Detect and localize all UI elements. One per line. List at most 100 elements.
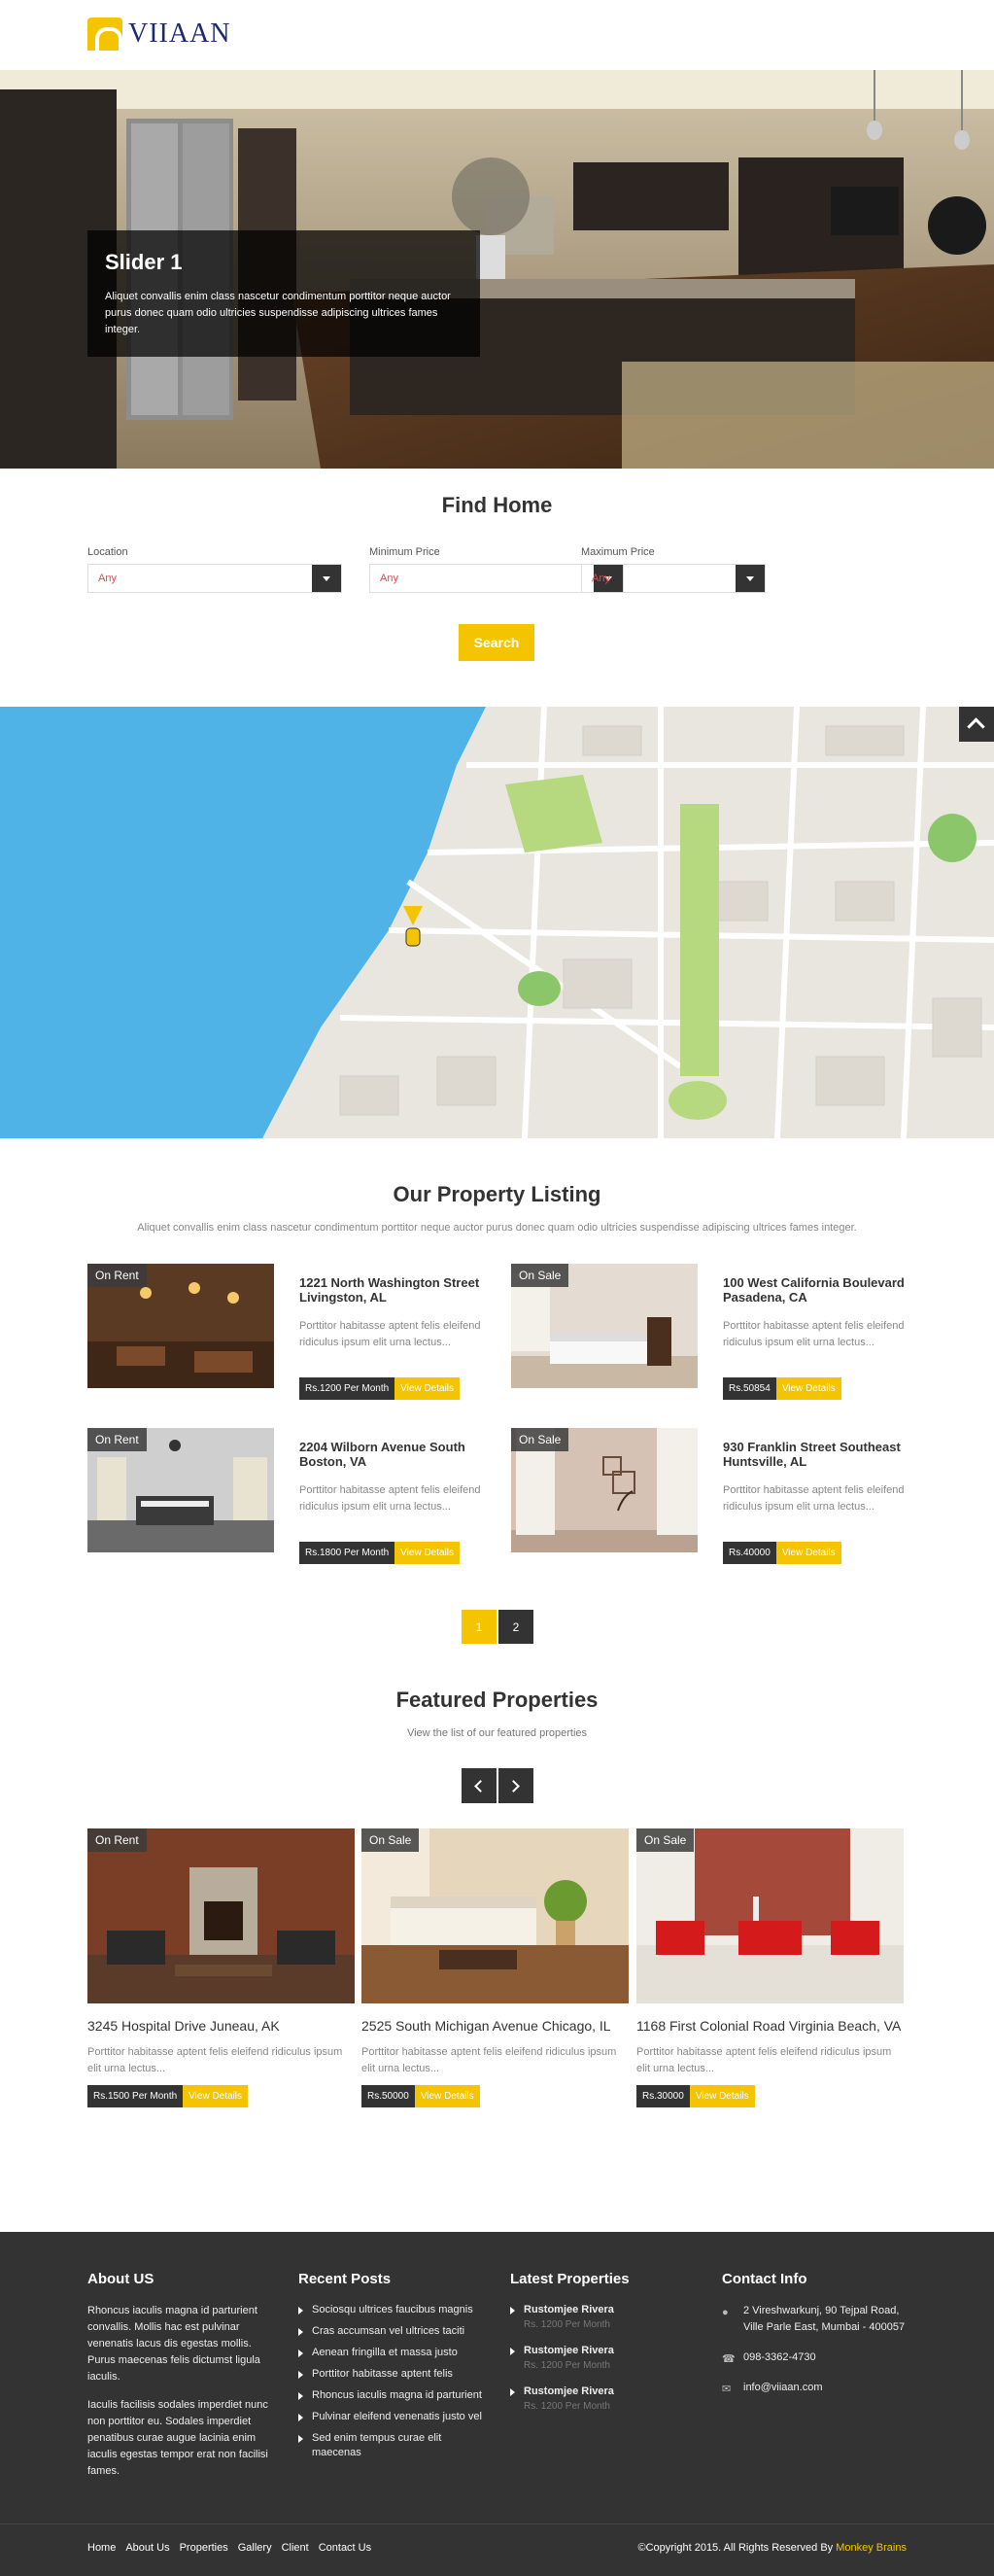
page-2-button[interactable]: 2 bbox=[498, 1610, 533, 1645]
view-details-button[interactable]: View Details bbox=[775, 1542, 841, 1564]
footer-link-client[interactable]: Client bbox=[282, 2542, 309, 2554]
property-image[interactable]: On Sale bbox=[511, 1264, 698, 1388]
featured-title-text[interactable]: 3245 Hospital Drive Juneau, AK bbox=[87, 2017, 355, 2035]
min-price-value: Any bbox=[380, 573, 398, 584]
listing-subtitle: Aliquet convallis enim class nascetur co… bbox=[137, 1222, 857, 1234]
contact-address: ● 2 Vireshwarkunj, 90 Tejpal Road, Ville … bbox=[722, 2303, 916, 2336]
property-title[interactable]: 100 West California Boulevard Pasadena, … bbox=[723, 1275, 917, 1305]
max-price-label: Maximum Price bbox=[581, 546, 655, 558]
price-row: Rs.40000 View Details bbox=[723, 1542, 841, 1564]
property-title[interactable]: 1221 North Washington Street Livingston,… bbox=[299, 1275, 494, 1305]
view-details-button[interactable]: View Details bbox=[775, 1377, 841, 1400]
price-row: Rs.50854 View Details bbox=[723, 1377, 841, 1400]
page-1-button[interactable]: 1 bbox=[462, 1610, 497, 1645]
property-image[interactable]: On Rent bbox=[87, 1428, 274, 1552]
featured-image[interactable]: On Sale bbox=[361, 1828, 629, 2003]
chevron-down-icon[interactable] bbox=[736, 565, 765, 592]
status-badge: On Sale bbox=[511, 1428, 569, 1451]
prev-button[interactable] bbox=[462, 1768, 497, 1803]
property-description: Porttitor habitasse aptent felis eleifen… bbox=[299, 1484, 481, 1513]
status-badge: On Sale bbox=[361, 1828, 420, 1852]
property-card: On Rent 1221 North Washington Street Liv… bbox=[87, 1264, 496, 1410]
featured-card: On Sale 1168 First Colonial Road Virgini… bbox=[636, 1828, 904, 2107]
status-badge: On Rent bbox=[87, 1828, 147, 1852]
slide-text: Aliquet convallis enim class nascetur co… bbox=[105, 291, 451, 335]
view-details-button[interactable]: View Details bbox=[689, 2085, 755, 2107]
lounge-photo bbox=[361, 1828, 629, 2003]
location-field: Location Any bbox=[87, 546, 342, 593]
status-badge: On Rent bbox=[87, 1264, 147, 1287]
latest-property-item[interactable]: Rustomjee Rivera Rs. 1200 Per Month bbox=[510, 2303, 685, 2332]
featured-card: On Sale 2525 South Michigan Avenue Chica… bbox=[361, 1828, 629, 2107]
view-details-button[interactable]: View Details bbox=[414, 2085, 480, 2107]
property-description: Porttitor habitasse aptent felis eleifen… bbox=[723, 1484, 905, 1513]
latest-property-item[interactable]: Rustomjee Rivera Rs. 1200 Per Month bbox=[510, 2344, 685, 2373]
view-details-button[interactable]: View Details bbox=[394, 1542, 461, 1564]
property-card: On Sale 100 West California Boulevard Pa… bbox=[511, 1264, 919, 1410]
listing-title: Our Property Listing bbox=[393, 1182, 601, 1206]
next-button[interactable] bbox=[498, 1768, 533, 1803]
post-link[interactable]: Porttitor habitasse aptent felis bbox=[298, 2367, 493, 2382]
chevron-down-icon[interactable] bbox=[312, 565, 341, 592]
site-logo[interactable]: VIIAAN bbox=[87, 17, 231, 51]
map-view[interactable] bbox=[0, 707, 994, 1138]
price-tag: Rs.40000 bbox=[723, 1542, 776, 1564]
logo-text: VIIAAN bbox=[128, 18, 231, 49]
latest-property-item[interactable]: Rustomjee Rivera Rs. 1200 Per Month bbox=[510, 2385, 685, 2414]
scroll-top-button[interactable] bbox=[959, 707, 994, 742]
location-select[interactable]: Any bbox=[87, 564, 342, 593]
copyright-text: ©Copyright 2015. All Rights Reserved By bbox=[637, 2542, 834, 2554]
post-link[interactable]: Cras accumsan vel ultrices taciti bbox=[298, 2324, 493, 2339]
red-chairs-photo bbox=[636, 1828, 904, 2003]
price-row: Rs.30000 View Details bbox=[636, 2085, 904, 2107]
search-button[interactable]: Search bbox=[459, 624, 534, 661]
max-price-select[interactable]: Any bbox=[581, 564, 766, 593]
find-home-section: Find Home Location Any Minimum Price Any… bbox=[0, 469, 994, 707]
copyright: ©Copyright 2015. All Rights Reserved By … bbox=[637, 2542, 907, 2554]
hero-slider[interactable]: Slider 1 Aliquet convallis enim class na… bbox=[0, 70, 994, 469]
featured-description: Porttitor habitasse aptent felis eleifen… bbox=[87, 2046, 343, 2074]
featured-title-text[interactable]: 2525 South Michigan Avenue Chicago, IL bbox=[361, 2017, 629, 2035]
post-link[interactable]: Aenean fringilla et massa justo bbox=[298, 2346, 493, 2360]
property-title[interactable]: 2204 Wilborn Avenue South Boston, VA bbox=[299, 1440, 494, 1469]
footer-link-about[interactable]: About Us bbox=[125, 2542, 169, 2554]
mail-icon: ✉ bbox=[722, 2384, 732, 2395]
featured-image[interactable]: On Sale bbox=[636, 1828, 904, 2003]
property-card: On Sale 930 Franklin Street Southeast Hu… bbox=[511, 1428, 919, 1574]
phone-icon: ☎ bbox=[722, 2353, 736, 2365]
brand-link[interactable]: Monkey Brains bbox=[836, 2542, 907, 2554]
map-canvas[interactable] bbox=[0, 707, 994, 1138]
footer-link-properties[interactable]: Properties bbox=[180, 2542, 228, 2554]
footer-link-contact[interactable]: Contact Us bbox=[319, 2542, 371, 2554]
view-details-button[interactable]: View Details bbox=[394, 1377, 461, 1400]
footer-link-gallery[interactable]: Gallery bbox=[238, 2542, 272, 2554]
post-link[interactable]: Pulvinar eleifend venenatis justo vel bbox=[298, 2410, 493, 2424]
logo-icon bbox=[87, 17, 122, 51]
price-row: Rs.1500 Per Month View Details bbox=[87, 2085, 355, 2107]
price-tag: Rs.1200 Per Month bbox=[299, 1377, 395, 1400]
status-badge: On Sale bbox=[636, 1828, 695, 1852]
price-row: Rs.50000 View Details bbox=[361, 2085, 629, 2107]
featured-title-text[interactable]: 1168 First Colonial Road Virginia Beach,… bbox=[636, 2017, 904, 2035]
site-header: VIIAAN bbox=[0, 0, 994, 70]
contact-heading: Contact Info bbox=[722, 2271, 807, 2287]
footer-nav: Home About Us Properties Gallery Client … bbox=[87, 2542, 371, 2554]
post-link[interactable]: Sed enim tempus curae elit maecenas bbox=[298, 2431, 493, 2460]
property-image[interactable]: On Sale bbox=[511, 1428, 698, 1552]
post-link[interactable]: Sociosqu ultrices faucibus magnis bbox=[298, 2303, 493, 2317]
price-tag: Rs.50000 bbox=[361, 2085, 415, 2107]
address-text: 2 Vireshwarkunj, 90 Tejpal Road, Ville P… bbox=[743, 2305, 906, 2333]
property-description: Porttitor habitasse aptent felis eleifen… bbox=[299, 1320, 481, 1348]
latest-properties-column: Latest Properties Rustomjee Rivera Rs. 12… bbox=[510, 2271, 685, 2425]
post-link[interactable]: Rhoncus iaculis magna id parturient bbox=[298, 2388, 493, 2403]
contact-phone[interactable]: ☎ 098-3362-4730 bbox=[722, 2350, 916, 2366]
price-tag: Rs.1800 Per Month bbox=[299, 1542, 395, 1564]
contact-email[interactable]: ✉ info@viiaan.com bbox=[722, 2380, 916, 2396]
property-title[interactable]: 930 Franklin Street Southeast Huntsville… bbox=[723, 1440, 917, 1469]
footer-link-home[interactable]: Home bbox=[87, 2542, 116, 2554]
latest-properties-heading: Latest Properties bbox=[510, 2271, 630, 2287]
slide-title: Slider 1 bbox=[105, 250, 183, 274]
property-image[interactable]: On Rent bbox=[87, 1264, 274, 1388]
featured-image[interactable]: On Rent bbox=[87, 1828, 355, 2003]
view-details-button[interactable]: View Details bbox=[183, 2085, 249, 2107]
